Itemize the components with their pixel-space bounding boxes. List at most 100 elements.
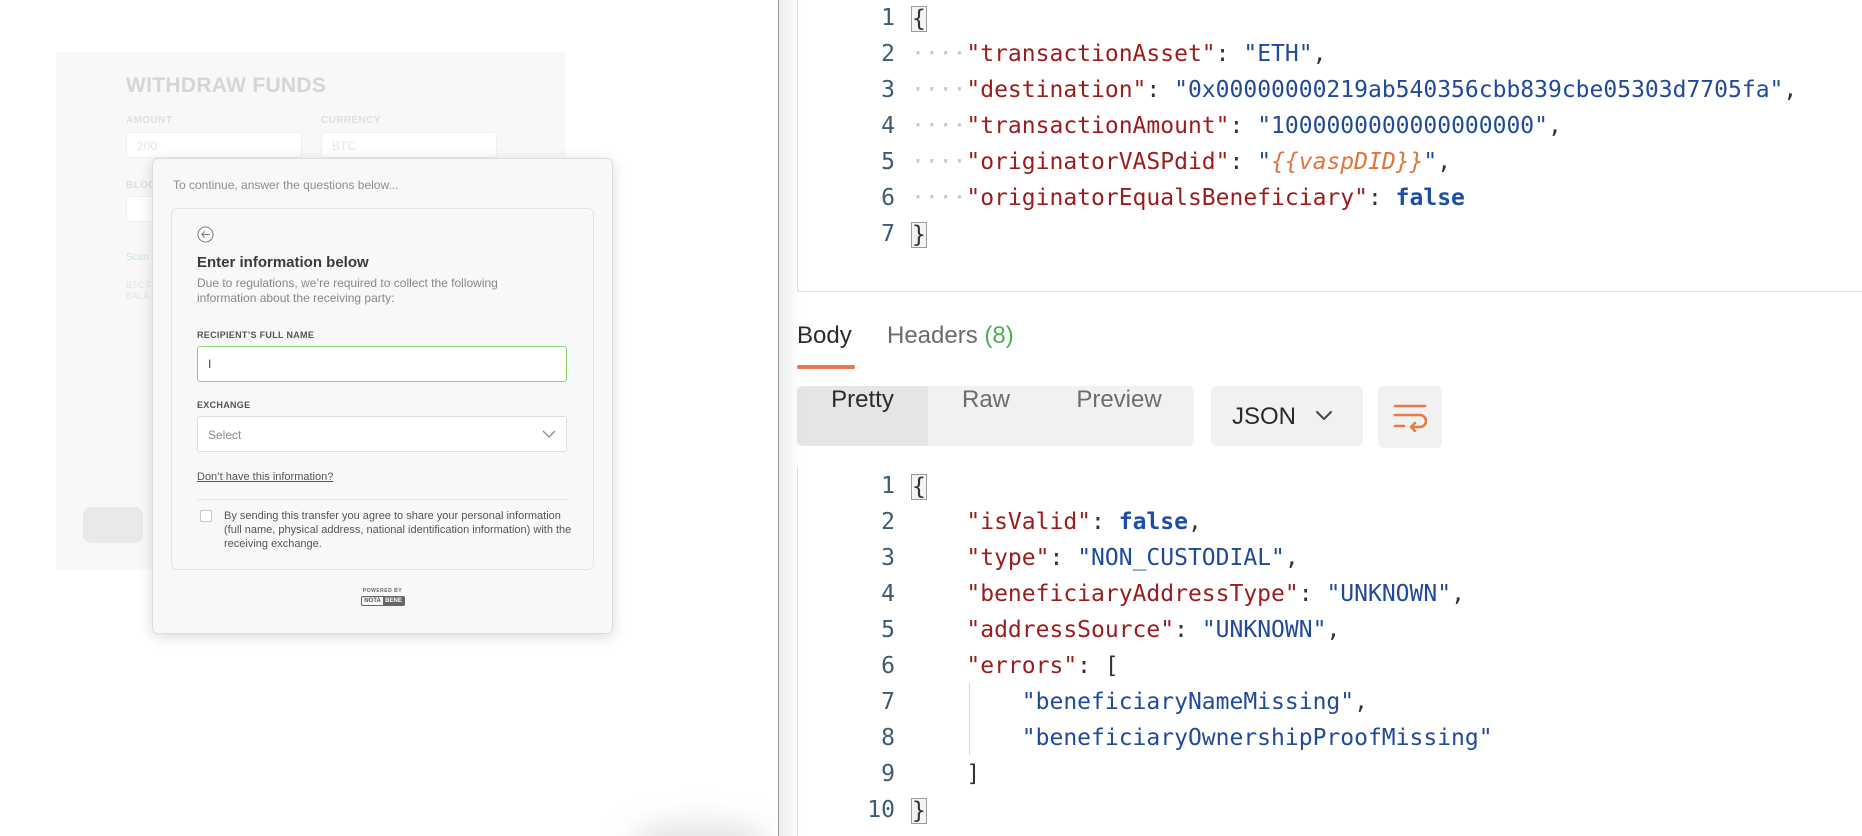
tab-body-underline [797, 365, 855, 369]
tab-headers[interactable]: Headers (8) [887, 322, 1014, 350]
json-line: "errors": [ [966, 653, 1119, 679]
logo-left-text: NOTA [364, 598, 381, 604]
tab-headers-label: Headers [887, 322, 978, 349]
json-line: { [911, 468, 927, 504]
modal-hint: To continue, answer the questions below.… [173, 178, 399, 192]
line-number: 10 [867, 797, 895, 823]
json-key: "errors" [966, 653, 1078, 679]
json-value: false [1395, 185, 1465, 211]
json-line: ····"originatorVASPdid": "{{vaspDID}}", [911, 149, 1452, 175]
line-number: 9 [881, 761, 895, 787]
logo-right-text: BENE [383, 597, 404, 605]
json-key: "beneficiaryAddressType" [966, 581, 1299, 607]
wallet-app-pane: WITHDRAW FUNDS AMOUNT 200 CURRENCY BTC B… [0, 0, 778, 836]
json-key: "destination" [966, 77, 1147, 103]
amount-input[interactable]: 200 [126, 132, 302, 158]
line-number: 5 [881, 617, 895, 643]
line-number: 4 [881, 113, 895, 139]
view-mode-group: Pretty Raw Preview [797, 386, 1194, 446]
recipient-name-input[interactable] [197, 346, 567, 382]
json-line: ····"originatorEqualsBeneficiary": false [911, 185, 1465, 211]
wrap-lines-icon [1393, 404, 1427, 432]
line-number: 3 [881, 545, 895, 571]
json-variable: {{vaspDID}} [1271, 149, 1424, 175]
headers-count: (8) [984, 322, 1014, 349]
json-key: "isValid" [966, 509, 1092, 535]
line-number: 1 [881, 473, 895, 499]
btc-fee-text: BTC F [126, 280, 152, 290]
currency-label: CURRENCY [321, 115, 381, 126]
json-key: "originatorEqualsBeneficiary" [966, 185, 1368, 211]
open-brace: { [911, 473, 927, 500]
line-number: 6 [881, 185, 895, 211]
json-value: "UNKNOWN" [1326, 581, 1452, 607]
view-mode-preview[interactable]: Preview [1044, 386, 1194, 446]
json-line: "beneficiaryNameMissing", [1021, 689, 1368, 715]
powered-by-label: POWERED BY [362, 588, 403, 594]
line-number: 4 [881, 581, 895, 607]
close-brace: } [911, 797, 927, 824]
json-value: "NON_CUSTODIAL" [1077, 545, 1285, 571]
line-number: 3 [881, 77, 895, 103]
format-select-value: JSON [1232, 403, 1297, 430]
line-number: 7 [881, 689, 895, 715]
json-array-item: "beneficiaryOwnershipProofMissing" [1021, 725, 1493, 751]
wrap-lines-button[interactable] [1378, 386, 1442, 448]
json-line: } [911, 216, 927, 252]
back-arrow-icon[interactable] [197, 226, 214, 243]
json-line: "type": "NON_CUSTODIAL", [966, 545, 1299, 571]
exchange-select-value: Select [208, 428, 242, 442]
json-array-item: "beneficiaryNameMissing" [1021, 689, 1355, 715]
agreement-checkbox[interactable] [200, 510, 212, 522]
json-line: ····"destination": "0x00000000219ab54035… [911, 77, 1798, 103]
balance-text: BALA [126, 291, 150, 301]
open-bracket: [ [1104, 653, 1119, 679]
view-mode-pretty[interactable]: Pretty [797, 386, 928, 446]
json-key: "transactionAmount" [966, 113, 1230, 139]
json-line: } [911, 792, 927, 828]
tab-body[interactable]: Body [797, 322, 852, 350]
recipient-name-label: RECIPIENT’S FULL NAME [197, 330, 315, 340]
currency-input[interactable]: BTC [321, 132, 497, 158]
json-value: "ETH" [1243, 41, 1313, 67]
close-bracket: ] [966, 761, 981, 787]
json-line: "beneficiaryOwnershipProofMissing" [911, 720, 1493, 756]
json-key: "addressSource" [966, 617, 1175, 643]
json-line: "isValid": false, [966, 509, 1202, 535]
amount-label: AMOUNT [126, 115, 173, 126]
card-divider [197, 499, 567, 500]
json-value: "1000000000000000000" [1257, 113, 1548, 139]
modal-card: Enter information below Due to regulatio… [171, 208, 594, 570]
json-key: "transactionAsset" [966, 41, 1216, 67]
line-number: 2 [881, 509, 895, 535]
api-client-pane: 1 2 3 4 5 6 7 { ····"transactionAsset": … [778, 0, 1862, 836]
dont-have-info-link[interactable]: Don’t have this information? [197, 471, 333, 483]
line-number: 2 [881, 41, 895, 67]
card-description: Due to regulations, we’re required to co… [197, 276, 498, 305]
line-number: 7 [881, 221, 895, 247]
shadow-blob [630, 822, 770, 836]
json-line: ] [911, 756, 980, 792]
json-value: false [1118, 509, 1188, 535]
chevron-down-icon [1316, 411, 1332, 420]
open-brace: { [911, 5, 927, 32]
json-line: ····"transactionAsset": "ETH", [911, 41, 1327, 67]
json-value: "UNKNOWN" [1201, 617, 1327, 643]
card-title: Enter information below [197, 254, 369, 271]
chevron-down-icon [542, 430, 556, 438]
json-line: "beneficiaryAddressType": "UNKNOWN", [966, 581, 1465, 607]
exchange-label: EXCHANGE [197, 400, 251, 410]
json-value: "0x00000000219ab540356cbb839cbe05303d770… [1174, 77, 1784, 103]
json-key: "type" [966, 545, 1050, 571]
json-key: "originatorVASPdid" [966, 149, 1230, 175]
format-select[interactable]: JSON [1211, 386, 1363, 446]
withdraw-title: WITHDRAW FUNDS [126, 74, 327, 97]
json-line: { [911, 0, 927, 36]
withdraw-button[interactable] [83, 507, 143, 543]
exchange-select[interactable]: Select [197, 416, 567, 452]
line-number: 5 [881, 149, 895, 175]
line-number: 8 [881, 725, 895, 751]
notabene-logo: NOTA BENE [361, 596, 405, 606]
line-number: 6 [881, 653, 895, 679]
view-mode-raw[interactable]: Raw [928, 386, 1044, 446]
